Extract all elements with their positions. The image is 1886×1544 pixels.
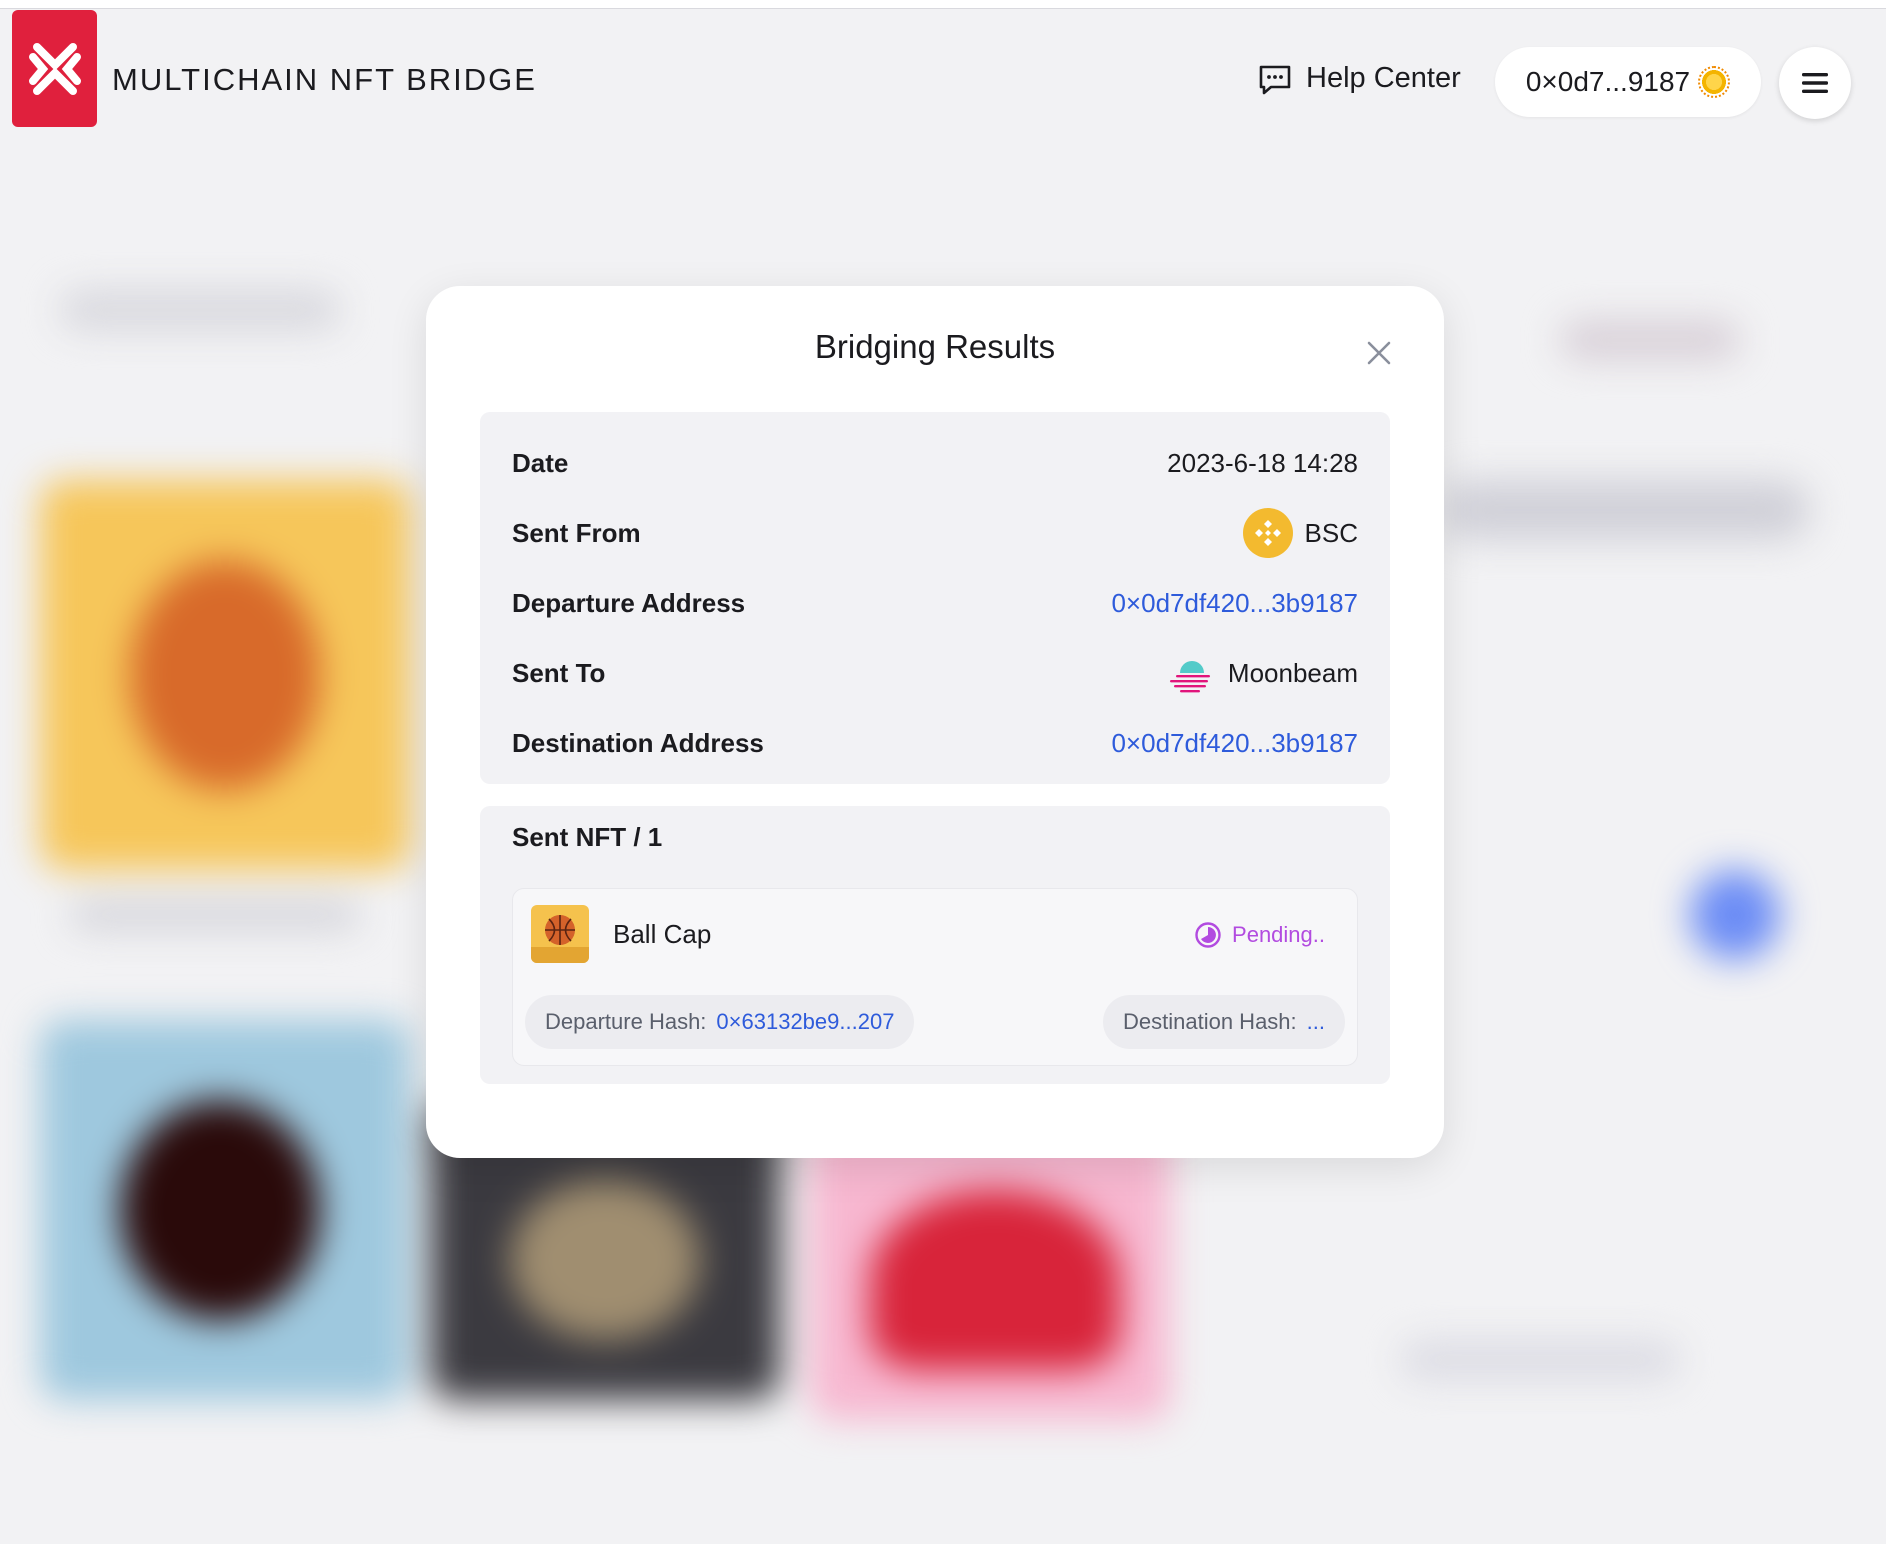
departure-address-link[interactable]: 0×0d7df420...3b9187 bbox=[1111, 588, 1358, 619]
wallet-address: 0×0d7...9187 bbox=[1525, 66, 1691, 97]
menu-button[interactable] bbox=[1779, 47, 1851, 119]
pending-icon bbox=[1195, 922, 1221, 948]
date-value: 2023-6-18 14:28 bbox=[1167, 447, 1358, 478]
date-label: Date bbox=[512, 447, 569, 478]
sent-nft-heading: Sent NFT / 1 bbox=[512, 822, 663, 852]
sent-from-row: Sent From BSC bbox=[512, 508, 1358, 558]
date-row: Date 2023-6-18 14:28 bbox=[512, 438, 1358, 488]
transfer-details: Date 2023-6-18 14:28 Sent From BSC Depar… bbox=[480, 412, 1390, 784]
wallet-button[interactable]: 0×0d7...9187 bbox=[1495, 47, 1761, 117]
brand-name: MULTICHAIN NFT BRIDGE bbox=[112, 62, 537, 97]
pending-label: Pending.. bbox=[1232, 922, 1325, 947]
sent-from-label: Sent From bbox=[512, 517, 641, 548]
sent-to-label: Sent To bbox=[512, 657, 606, 688]
destination-hash-pill: Destination Hash: ... bbox=[1103, 995, 1345, 1049]
sent-from-value: BSC bbox=[1242, 508, 1358, 558]
nft-card: Ball Cap Pending.. Departure Hash: 0×631… bbox=[512, 888, 1358, 1066]
browser-top-edge bbox=[0, 0, 1886, 9]
departure-address-row: Departure Address 0×0d7df420...3b9187 bbox=[512, 578, 1358, 628]
destination-address-link[interactable]: 0×0d7df420...3b9187 bbox=[1111, 728, 1358, 759]
departure-hash-pill: Departure Hash: 0×63132be9...207 bbox=[525, 995, 915, 1049]
destination-address-row: Destination Address 0×0d7df420...3b9187 bbox=[512, 718, 1358, 768]
sent-from-chain: BSC bbox=[1304, 517, 1358, 548]
moonbeam-icon bbox=[1169, 661, 1210, 693]
destination-hash-value[interactable]: ... bbox=[1307, 1009, 1325, 1035]
departure-address-label: Departure Address bbox=[512, 587, 746, 618]
hamburger-menu-icon bbox=[1802, 73, 1828, 93]
logo-icon[interactable] bbox=[12, 10, 97, 127]
departure-hash-label: Departure Hash: bbox=[545, 1009, 707, 1034]
nft-name: Ball Cap bbox=[613, 919, 712, 949]
sent-to-chain: Moonbeam bbox=[1227, 657, 1358, 688]
help-center-label: Help Center bbox=[1306, 62, 1461, 94]
help-center-link[interactable]: Help Center bbox=[1258, 62, 1461, 95]
bridging-results-modal: Bridging Results Date 2023-6-18 14:28 Se… bbox=[426, 286, 1444, 1158]
nft-thumbnail-icon bbox=[531, 905, 589, 963]
modal-title: Bridging Results bbox=[814, 328, 1056, 365]
sent-nft-section: Sent NFT / 1 Ball Cap Pending.. Departur… bbox=[480, 806, 1390, 1084]
sent-to-value: Moonbeam bbox=[1166, 651, 1358, 695]
sent-to-row: Sent To Moonbeam bbox=[512, 648, 1358, 698]
wallet-avatar-icon bbox=[1698, 66, 1731, 98]
close-icon[interactable] bbox=[1362, 336, 1396, 370]
pending-status: Pending.. bbox=[1194, 921, 1325, 949]
departure-hash-link[interactable]: 0×63132be9...207 bbox=[716, 1009, 894, 1035]
chat-bubble-icon bbox=[1259, 65, 1291, 94]
bsc-icon bbox=[1242, 508, 1293, 558]
destination-hash-label: Destination Hash: bbox=[1123, 1009, 1297, 1034]
destination-address-label: Destination Address bbox=[512, 727, 764, 758]
